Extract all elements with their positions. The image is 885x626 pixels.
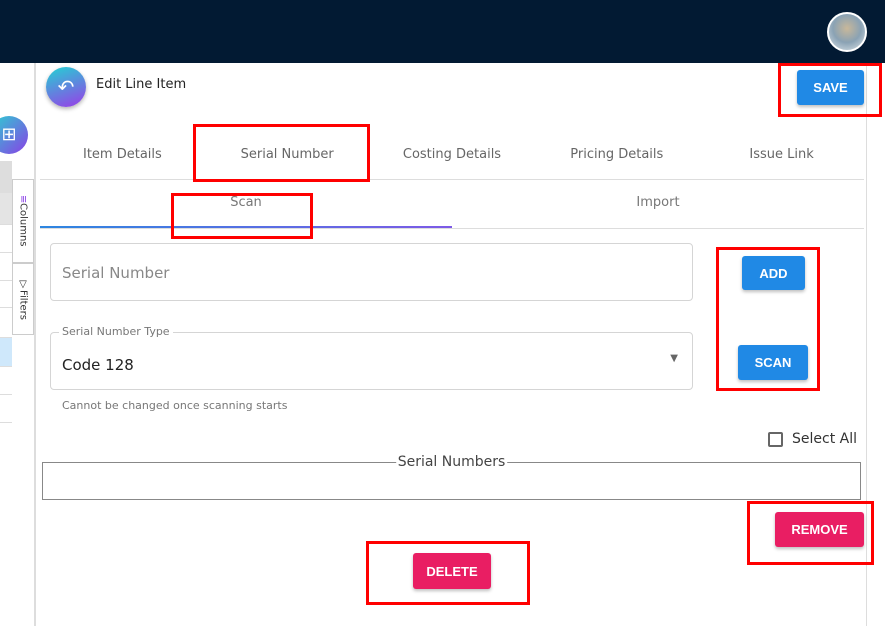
dropdown-arrow-icon: ▼ bbox=[670, 353, 678, 364]
columns-tab[interactable]: ≡ Columns bbox=[12, 179, 34, 263]
filters-tab[interactable]: ▽ Filters bbox=[12, 263, 34, 335]
save-button[interactable]: SAVE bbox=[797, 70, 864, 105]
serial-number-type-select[interactable]: Serial Number Type Code 128 ▼ bbox=[50, 325, 693, 390]
grid-row bbox=[0, 395, 12, 423]
back-arrow-icon[interactable]: ↶ bbox=[46, 67, 86, 107]
remove-button[interactable]: REMOVE bbox=[775, 512, 864, 547]
grid-row bbox=[0, 281, 12, 308]
grid-row bbox=[0, 338, 12, 367]
type-helper-text: Cannot be changed once scanning starts bbox=[62, 399, 288, 412]
grid-row bbox=[0, 253, 12, 281]
checkbox-icon[interactable] bbox=[768, 431, 783, 447]
delete-button[interactable]: DELETE bbox=[413, 553, 491, 589]
tab-scan[interactable]: Scan bbox=[40, 181, 452, 228]
add-button[interactable]: ADD bbox=[742, 256, 805, 290]
grid-row bbox=[0, 225, 12, 253]
scan-button[interactable]: SCAN bbox=[738, 345, 808, 380]
select-all-checkbox[interactable]: Select All bbox=[768, 431, 857, 447]
filter-icon: ▽ bbox=[17, 278, 29, 290]
columns-icon: ≡ bbox=[17, 195, 29, 204]
edit-line-item-dialog: ↶ Edit Line Item SAVE Item Details Seria… bbox=[38, 63, 867, 626]
serial-number-input[interactable]: Serial Number bbox=[50, 243, 693, 301]
tab-import[interactable]: Import bbox=[452, 181, 864, 228]
tab-serial-number[interactable]: Serial Number bbox=[205, 135, 370, 179]
grid-row bbox=[0, 193, 12, 225]
tab-item-details[interactable]: Item Details bbox=[40, 135, 205, 179]
tab-costing-details[interactable]: Costing Details bbox=[370, 135, 535, 179]
sub-tabs: Scan Import bbox=[40, 181, 864, 229]
grid-row bbox=[0, 161, 12, 193]
top-app-bar bbox=[0, 0, 885, 63]
tab-pricing-details[interactable]: Pricing Details bbox=[534, 135, 699, 179]
tab-issue-link[interactable]: Issue Link bbox=[699, 135, 864, 179]
serial-numbers-list: Serial Numbers bbox=[42, 454, 861, 500]
user-avatar[interactable] bbox=[827, 12, 867, 52]
dialog-title: Edit Line Item bbox=[96, 77, 187, 92]
grid-row bbox=[0, 308, 12, 338]
grid-row bbox=[0, 367, 12, 395]
main-tabs: Item Details Serial Number Costing Detai… bbox=[40, 135, 864, 180]
active-tab-indicator bbox=[40, 226, 452, 228]
